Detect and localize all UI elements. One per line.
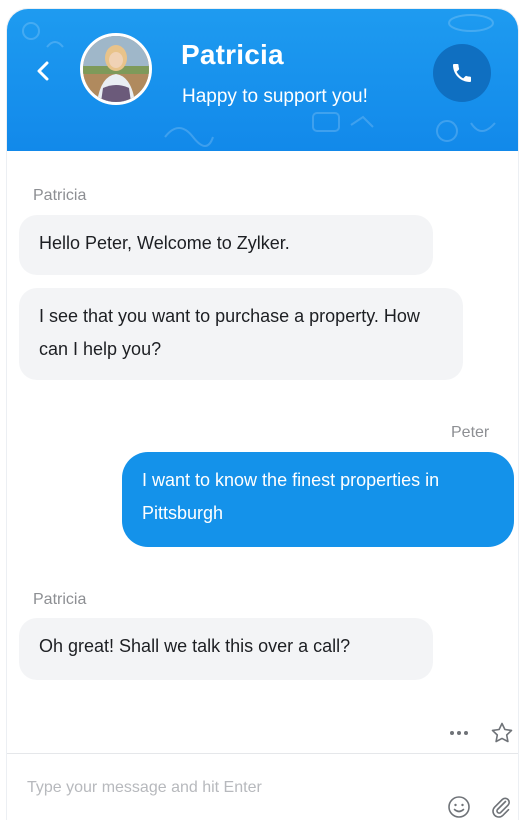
avatar-photo — [83, 36, 149, 102]
message-sender: Patricia — [33, 187, 87, 204]
message-bubble-incoming: Hello Peter, Welcome to Zylker. — [19, 215, 433, 275]
doodle-decoration — [312, 112, 374, 132]
emoji-button[interactable] — [445, 793, 473, 820]
paperclip-icon — [492, 797, 510, 818]
message-sender: Peter — [451, 424, 490, 441]
message-bubble-incoming: I see that you want to purchase a proper… — [19, 288, 463, 380]
message-bubble-outgoing: I want to know the finest properties in … — [122, 452, 514, 547]
avatar[interactable] — [80, 33, 152, 105]
chat-header: Patricia Happy to support you! — [7, 9, 518, 151]
back-button[interactable] — [29, 57, 57, 85]
call-button[interactable] — [433, 44, 491, 102]
doodle-decoration — [22, 22, 64, 48]
star-icon — [491, 722, 513, 743]
doodle-decoration — [436, 120, 496, 142]
phone-icon — [453, 64, 471, 82]
chevron-left-icon — [37, 61, 49, 81]
smiley-icon — [448, 796, 470, 818]
composer-divider — [7, 753, 518, 754]
doodle-decoration — [164, 127, 214, 147]
message-sender: Patricia — [33, 591, 87, 608]
favorite-button[interactable] — [488, 719, 516, 747]
doodle-decoration — [448, 14, 494, 32]
contact-status: Happy to support you! — [182, 86, 368, 107]
message-input[interactable] — [27, 773, 427, 803]
chat-window: Patricia Happy to support you! Patricia … — [6, 8, 519, 820]
contact-name: Patricia — [181, 39, 284, 70]
message-bubble-incoming: Oh great! Shall we talk this over a call… — [19, 618, 433, 680]
more-dots-icon — [450, 731, 468, 735]
attach-button[interactable] — [487, 793, 515, 820]
more-options-button[interactable] — [447, 721, 471, 745]
